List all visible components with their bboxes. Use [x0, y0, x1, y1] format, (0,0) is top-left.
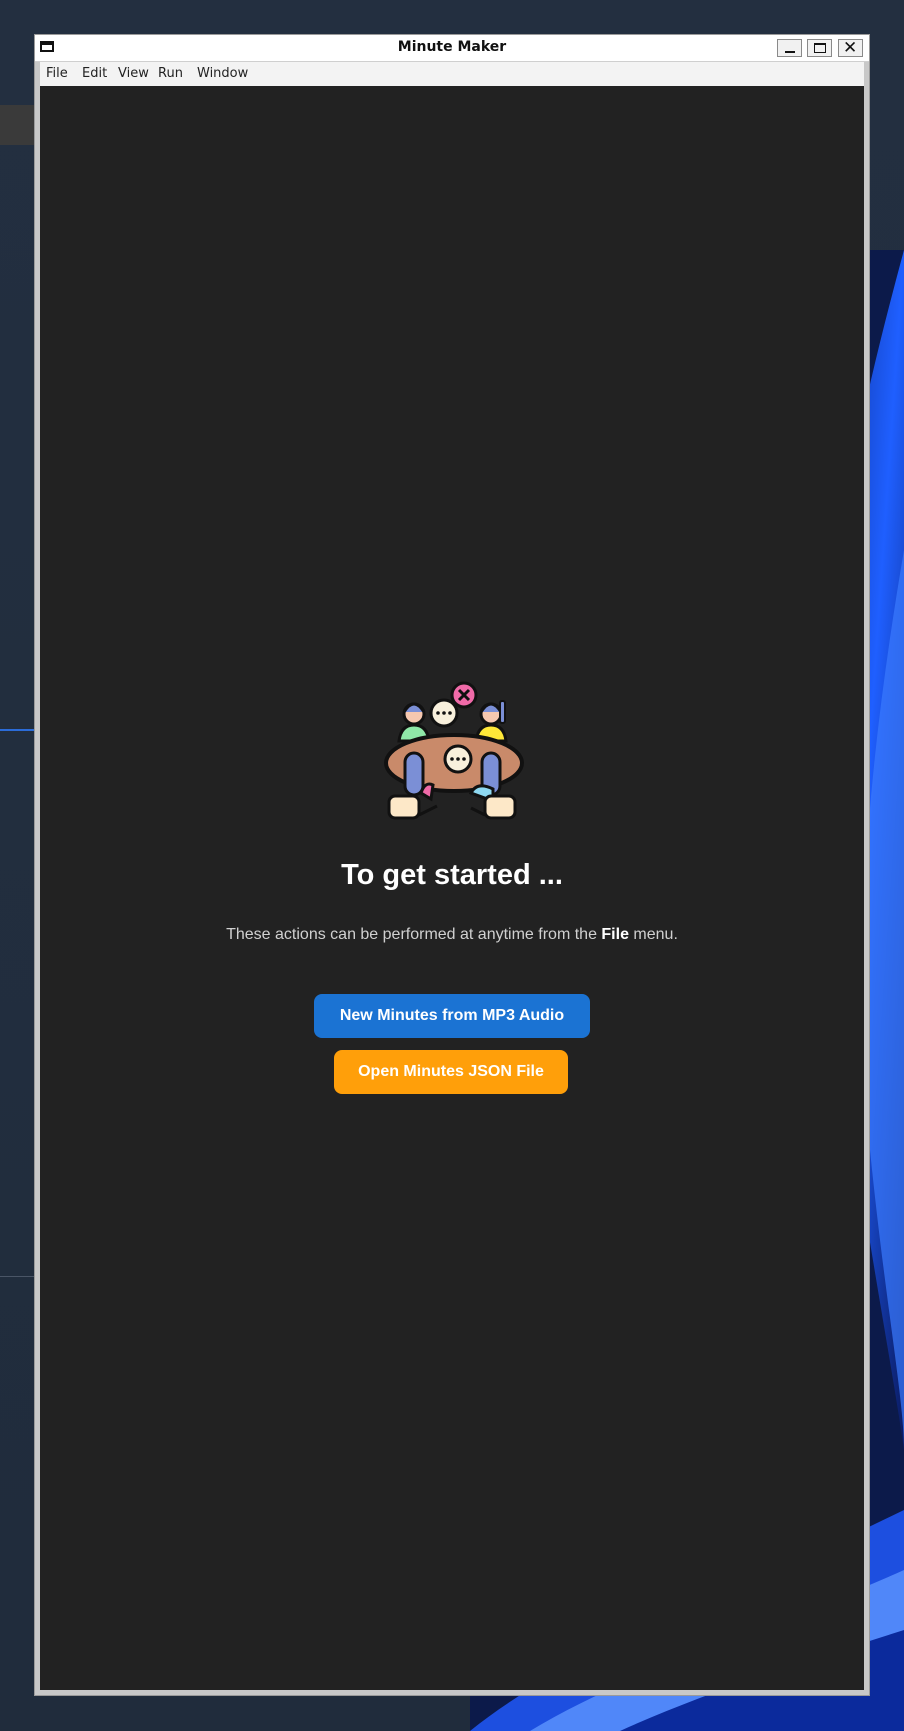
menu-edit[interactable]: Edit: [82, 66, 107, 81]
title-bar[interactable]: Minute Maker ✕: [35, 35, 869, 62]
menu-run[interactable]: Run: [158, 66, 183, 81]
desktop: Minute Maker ✕ File Edit View Run Window: [0, 0, 904, 1731]
menu-window[interactable]: Window: [197, 66, 248, 81]
instructions-file-menu-text: File: [601, 926, 629, 943]
instructions-text-start: These actions can be performed at anytim…: [226, 926, 602, 943]
minimize-icon: [785, 51, 795, 53]
maximize-icon: [814, 43, 826, 53]
instructions-text-end: menu.: [628, 926, 678, 943]
maximize-button[interactable]: [807, 39, 832, 57]
app-window: Minute Maker ✕ File Edit View Run Window: [34, 34, 870, 1696]
page-heading: To get started ...: [341, 859, 563, 891]
meeting-people-icon: [381, 681, 527, 823]
minimize-button[interactable]: [777, 39, 802, 57]
menu-view[interactable]: View: [118, 66, 149, 81]
open-minutes-json-button[interactable]: Open Minutes JSON File: [334, 1050, 568, 1094]
close-icon: ✕: [843, 38, 858, 58]
menu-file[interactable]: File: [46, 66, 68, 81]
main-content: To get started ... These actions can be …: [40, 86, 864, 1690]
new-minutes-from-mp3-button[interactable]: New Minutes from MP3 Audio: [314, 994, 590, 1038]
close-button[interactable]: ✕: [838, 38, 863, 58]
menu-bar: File Edit View Run Window: [40, 62, 864, 86]
instructions-text: These actions can be performed at anytim…: [40, 926, 864, 944]
window-title: Minute Maker: [397, 39, 507, 55]
